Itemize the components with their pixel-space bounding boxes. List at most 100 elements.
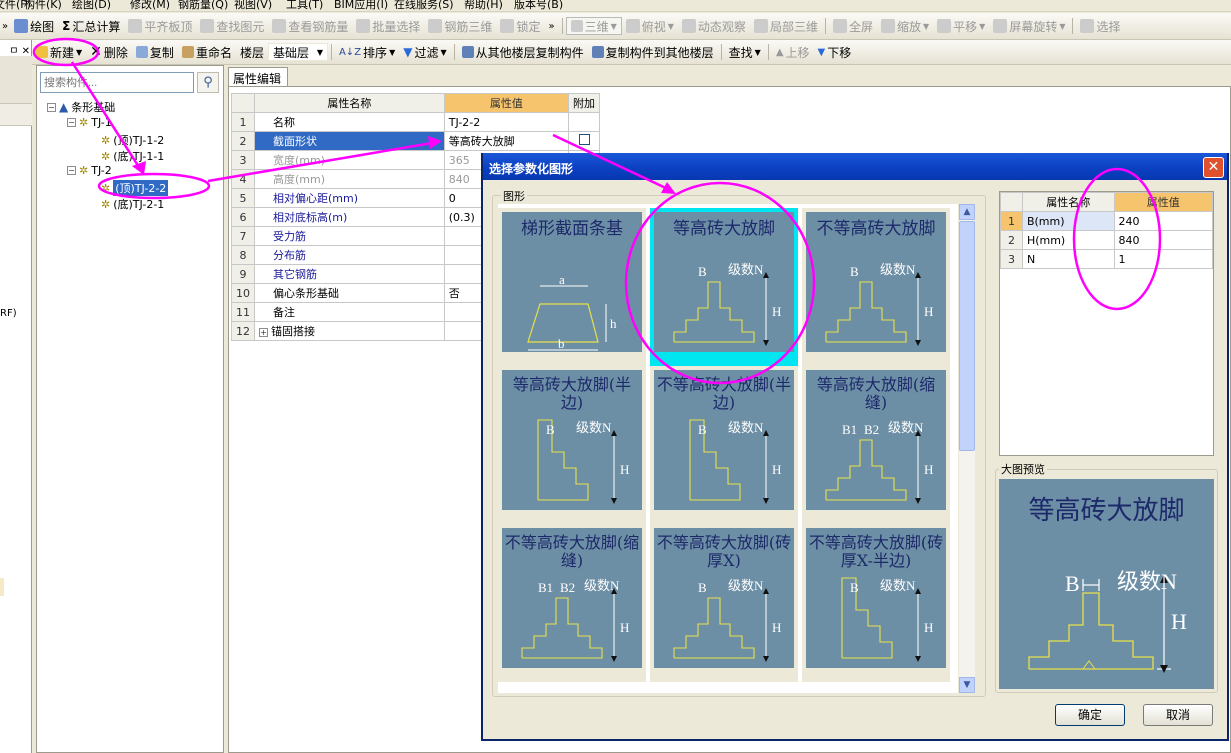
extra-checkbox[interactable] <box>578 134 590 145</box>
scroll-down-button[interactable]: ▼ <box>959 677 975 693</box>
partial-3d-button[interactable]: 局部三维 <box>750 15 822 37</box>
floor-select[interactable]: 基础层 ▼ <box>267 43 328 61</box>
table-row[interactable]: 3N1 <box>1000 249 1214 269</box>
shape-option[interactable]: 等高砖大放脚 B 级数N H <box>650 208 798 366</box>
move-up-button[interactable]: ▲ 上移 <box>772 41 814 63</box>
rotate-button[interactable]: 屏幕旋转 ▼ <box>989 15 1069 37</box>
table-row[interactable]: 1 B(mm) 240 <box>1000 211 1214 231</box>
ok-button[interactable]: 确定 <box>1055 704 1125 726</box>
shape-option[interactable]: 不等高砖大放脚(砖厚X) B 级数N H <box>650 524 798 682</box>
sum-calc-button[interactable]: Σ 汇总计算 <box>58 15 124 37</box>
left-pane-tab[interactable] <box>0 104 32 126</box>
menu-item[interactable]: 工具(T) <box>286 0 323 11</box>
menu-item[interactable]: 在线服务(S) <box>394 0 454 11</box>
menu-item[interactable]: 修改(M) <box>130 0 170 11</box>
gallery-scrollbar[interactable]: ▲ ▼ <box>959 204 975 693</box>
shape-option[interactable]: 梯形截面条基 a h b <box>498 208 646 366</box>
copy-to-floor-button[interactable]: 复制构件到其他楼层 <box>588 41 718 63</box>
left-pane-marker <box>0 578 4 596</box>
tree-item[interactable]: ✲ (底)TJ-2-1 <box>101 196 164 212</box>
filter-button[interactable]: ▼ 过滤 ▼ <box>399 41 450 63</box>
delete-button[interactable]: ✕ 删除 <box>86 41 132 63</box>
row-number: 3 <box>1000 249 1023 269</box>
find-element-button[interactable]: 查找图元 <box>196 15 268 37</box>
new-button[interactable]: 新建 ▼ <box>32 41 86 63</box>
select-button[interactable]: 选择 <box>1076 15 1124 37</box>
menu-item[interactable]: 视图(V) <box>234 0 272 11</box>
header-corner <box>1000 192 1023 212</box>
prop-extra[interactable] <box>567 112 601 132</box>
expand-icon[interactable]: + <box>259 328 268 337</box>
sort-button[interactable]: A↓Z 排序 ▼ <box>335 41 399 63</box>
tree-item[interactable]: ✲ (底)TJ-1-1 <box>101 148 164 164</box>
find-button[interactable]: 查找 ▼ <box>725 41 765 63</box>
menu-item[interactable]: 钢筋量(Q) <box>178 0 228 11</box>
toolbar-overflow[interactable]: » <box>0 15 10 37</box>
shape-group-label: 图形 <box>501 188 527 204</box>
collapse-icon[interactable]: − <box>47 102 56 112</box>
table-row[interactable]: 1 名称 TJ-2-2 <box>231 112 601 132</box>
menu-item[interactable]: 版本号(B) <box>514 0 563 11</box>
shape-option[interactable]: 不等高砖大放脚(砖厚X-半边) B 级数N H <box>802 524 950 682</box>
shape-option[interactable]: 不等高砖大放脚 B 级数N H <box>802 208 950 366</box>
tab-property-edit[interactable]: 属性编辑 <box>228 67 288 87</box>
tree-group-tj1[interactable]: − ✲ TJ-1 <box>67 116 112 129</box>
tree-item[interactable]: ✲ (顶)TJ-1-2 <box>101 132 164 148</box>
close-button[interactable]: ✕ <box>1203 157 1224 178</box>
shape-option[interactable]: 等高砖大放脚(半边) B 级数N H <box>498 366 646 524</box>
search-button[interactable]: ⚲ <box>197 72 219 93</box>
dialog-title: 选择参数化图形 <box>483 153 1227 180</box>
move-down-button[interactable]: ▼ 下移 <box>814 41 856 63</box>
chevron-down-icon: ▼ <box>754 47 761 57</box>
table-row[interactable]: 2 截面形状 等高砖大放脚 <box>231 131 601 151</box>
lock-button[interactable]: 锁定 <box>496 15 544 37</box>
zoom-button[interactable]: 缩放 ▼ <box>877 15 933 37</box>
param-value[interactable]: 840 <box>1113 230 1214 250</box>
prop-name: 名称 <box>254 112 445 132</box>
prop-name: 分布筋 <box>254 245 445 265</box>
copy-from-floor-button[interactable]: 从其他楼层复制构件 <box>458 41 588 63</box>
prop-extra[interactable] <box>567 131 601 151</box>
menu-item[interactable]: 绘图(D) <box>72 0 111 11</box>
collapse-icon[interactable]: − <box>67 118 76 127</box>
pan-button[interactable]: 平移 ▼ <box>933 15 989 37</box>
fullscreen-button[interactable]: 全屏 <box>829 15 877 37</box>
component-search-input[interactable] <box>40 72 194 93</box>
tree-item-selected[interactable]: ✲ (顶)TJ-2-2 <box>101 180 169 196</box>
scroll-thumb[interactable] <box>959 221 975 451</box>
flat-roof-button[interactable]: 平齐板顶 <box>124 15 196 37</box>
tree-group-tj2[interactable]: − ✲ TJ-2 <box>67 164 112 177</box>
param-value[interactable]: 240 <box>1113 211 1214 231</box>
shape-label: 级数N <box>728 578 764 593</box>
shape-title: 等高砖大放脚 <box>673 219 775 239</box>
shape-option[interactable]: 不等高砖大放脚(半边) B 级数N H <box>650 366 798 524</box>
menu-item[interactable]: 构件(K) <box>24 0 62 11</box>
dynamic-view-button[interactable]: 动态观察 <box>678 15 750 37</box>
menu-item[interactable]: 帮助(H) <box>464 0 503 11</box>
scroll-up-button[interactable]: ▲ <box>959 204 975 220</box>
shape-label: H <box>924 620 933 635</box>
copy-button[interactable]: 复制 <box>132 41 178 63</box>
view-rebar-button[interactable]: 查看钢筋量 <box>268 15 352 37</box>
rename-button[interactable]: 重命名 <box>178 41 236 63</box>
shape-option[interactable]: 等高砖大放脚(缩缝) B1 B2 级数N H <box>802 366 950 524</box>
param-name: B(mm) <box>1021 211 1115 231</box>
shape-option[interactable]: 不等高砖大放脚(缩缝) B1 B2 级数N H <box>498 524 646 682</box>
cancel-button[interactable]: 取消 <box>1143 704 1213 726</box>
draw-button[interactable]: 绘图 <box>10 15 58 37</box>
plan-view-button[interactable]: 俯视 ▼ <box>622 15 678 37</box>
batch-select-button[interactable]: 批量选择 <box>352 15 424 37</box>
preview-label-h: H <box>1171 609 1187 634</box>
pane-pin-close[interactable]: ㅁ ✕ <box>0 42 32 57</box>
collapse-icon[interactable]: − <box>67 166 76 175</box>
view-3d-dropdown[interactable]: 三维 ▼ <box>565 17 622 35</box>
prop-value[interactable]: TJ-2-2 <box>443 112 569 132</box>
chevron-down-icon: ▼ <box>963 680 971 690</box>
tree-root[interactable]: − ▲ 条形基础 <box>47 99 115 115</box>
menu-item[interactable]: BIM应用(I) <box>334 0 388 11</box>
prop-value[interactable]: 等高砖大放脚 <box>443 131 569 151</box>
toolbar-overflow-2[interactable]: » <box>544 15 558 37</box>
table-row[interactable]: 2 H(mm) 840 <box>1000 230 1214 250</box>
param-value[interactable]: 1 <box>1113 249 1214 269</box>
rebar-3d-button[interactable]: 钢筋三维 <box>424 15 496 37</box>
